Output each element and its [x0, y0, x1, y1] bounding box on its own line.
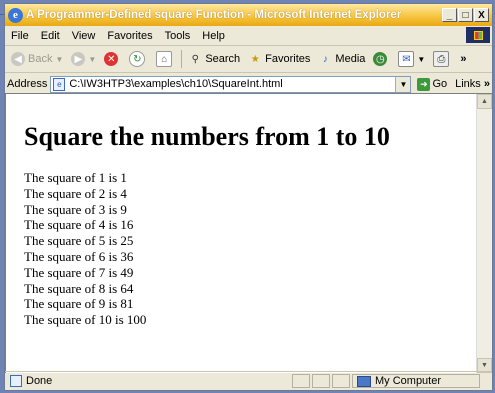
page-content: Square the numbers from 1 to 10 The squa… [5, 93, 492, 373]
status-panel [332, 374, 350, 388]
output-line: The square of 1 is 1 [24, 170, 127, 185]
home-button[interactable]: ⌂ [152, 51, 179, 67]
stop-icon: ✕ [104, 52, 119, 66]
toolbar-separator [181, 50, 183, 68]
history-icon: ◷ [373, 52, 388, 66]
output-line: The square of 6 is 36 [24, 248, 134, 264]
search-label: Search [205, 53, 241, 65]
minimize-button[interactable]: _ [442, 8, 457, 22]
menu-favorites[interactable]: Favorites [101, 30, 158, 42]
page-icon: e [53, 77, 66, 91]
browser-window: e A Programmer-Defined square Function -… [4, 3, 493, 391]
zone-label: My Computer [375, 375, 442, 387]
menu-tools[interactable]: Tools [159, 30, 197, 42]
go-arrow-icon: ➜ [417, 77, 431, 91]
output-line: The square of 10 is 100 [24, 312, 147, 328]
address-url[interactable]: C:\IW3HTP3\examples\ch10\SquareInt.html [69, 78, 395, 90]
back-dropdown-icon[interactable]: ▼ [55, 55, 63, 64]
links-chevron-icon: » [483, 78, 490, 90]
go-label: Go [432, 78, 448, 90]
favorites-star-icon: ★ [250, 53, 260, 65]
address-dropdown-icon[interactable]: ▼ [395, 76, 411, 92]
media-label: Media [335, 53, 366, 65]
search-icon: ⚲ [191, 53, 199, 65]
address-input[interactable]: e C:\IW3HTP3\examples\ch10\SquareInt.htm… [50, 75, 412, 93]
window-title: A Programmer-Defined square Function - M… [26, 9, 402, 21]
refresh-icon: ↻ [129, 51, 146, 67]
ie-logo-icon: e [8, 7, 23, 23]
media-button[interactable]: ♪ Media [314, 52, 369, 66]
menu-bar: File Edit View Favorites Tools Help [5, 26, 492, 46]
menu-edit[interactable]: Edit [35, 30, 66, 42]
links-label: Links [455, 78, 481, 90]
status-text: Done [26, 375, 53, 387]
favorites-button[interactable]: ★ Favorites [244, 52, 314, 66]
vertical-scrollbar[interactable]: ▲ ▼ [476, 94, 492, 373]
status-panel [292, 374, 310, 388]
forward-button[interactable]: ▶ ▼ [67, 52, 100, 66]
favorites-label: Favorites [265, 53, 311, 65]
output-line: The square of 4 is 16 [24, 217, 134, 233]
close-button[interactable]: X [474, 8, 489, 22]
back-label: Back [28, 53, 53, 65]
page-heading: Square the numbers from 1 to 10 [24, 122, 390, 151]
mail-icon: ✉ [398, 51, 415, 67]
title-bar[interactable]: e A Programmer-Defined square Function -… [5, 4, 492, 26]
status-panel [312, 374, 330, 388]
status-bar: Done My Computer [5, 371, 492, 390]
output-line: The square of 9 is 81 [24, 296, 134, 312]
resize-grip-icon[interactable] [480, 374, 492, 388]
output-line: The square of 7 is 49 [24, 264, 134, 280]
document-body: Square the numbers from 1 to 10 The squa… [6, 94, 477, 373]
forward-arrow-icon: ▶ [71, 52, 86, 66]
output-line: The square of 5 is 25 [24, 233, 134, 249]
status-page-icon [10, 375, 22, 387]
output-line: The square of 3 is 9 [24, 201, 127, 217]
stop-button[interactable]: ✕ [100, 52, 125, 66]
scroll-up-icon[interactable]: ▲ [477, 94, 492, 109]
menu-file[interactable]: File [5, 30, 35, 42]
mail-dropdown-icon[interactable]: ▼ [417, 55, 425, 64]
mail-button[interactable]: ✉ ▼ [394, 51, 429, 67]
forward-dropdown-icon[interactable]: ▼ [88, 55, 96, 64]
links-button[interactable]: Links » [455, 78, 490, 90]
menu-view[interactable]: View [66, 30, 102, 42]
windows-logo-icon [466, 27, 490, 43]
security-zone: My Computer [352, 374, 480, 388]
history-button[interactable]: ◷ [369, 52, 394, 66]
output-line: The square of 8 is 64 [24, 280, 134, 296]
search-button[interactable]: ⚲ Search [184, 52, 244, 66]
menu-help[interactable]: Help [196, 30, 231, 42]
print-icon: ⎙ [433, 51, 450, 67]
home-icon: ⌂ [156, 51, 173, 67]
back-arrow-icon: ◀ [11, 52, 25, 66]
go-button[interactable]: ➜ Go [417, 77, 448, 91]
maximize-button[interactable]: □ [458, 8, 473, 22]
media-icon: ♪ [322, 53, 328, 65]
print-button[interactable]: ⎙ [429, 51, 456, 67]
refresh-button[interactable]: ↻ [125, 51, 152, 67]
chevron-right-icon: » [460, 53, 467, 65]
window-controls: _ □ X [442, 8, 489, 22]
standard-toolbar: ◀ Back ▼ ▶ ▼ ✕ ↻ ⌂ ⚲ Search ★ Favorites … [5, 46, 492, 73]
output-line: The square of 2 is 4 [24, 185, 127, 201]
toolbar-overflow-button[interactable]: » [456, 53, 470, 65]
my-computer-icon [357, 375, 371, 387]
back-button[interactable]: ◀ Back ▼ [7, 52, 67, 66]
address-label: Address [7, 78, 48, 90]
